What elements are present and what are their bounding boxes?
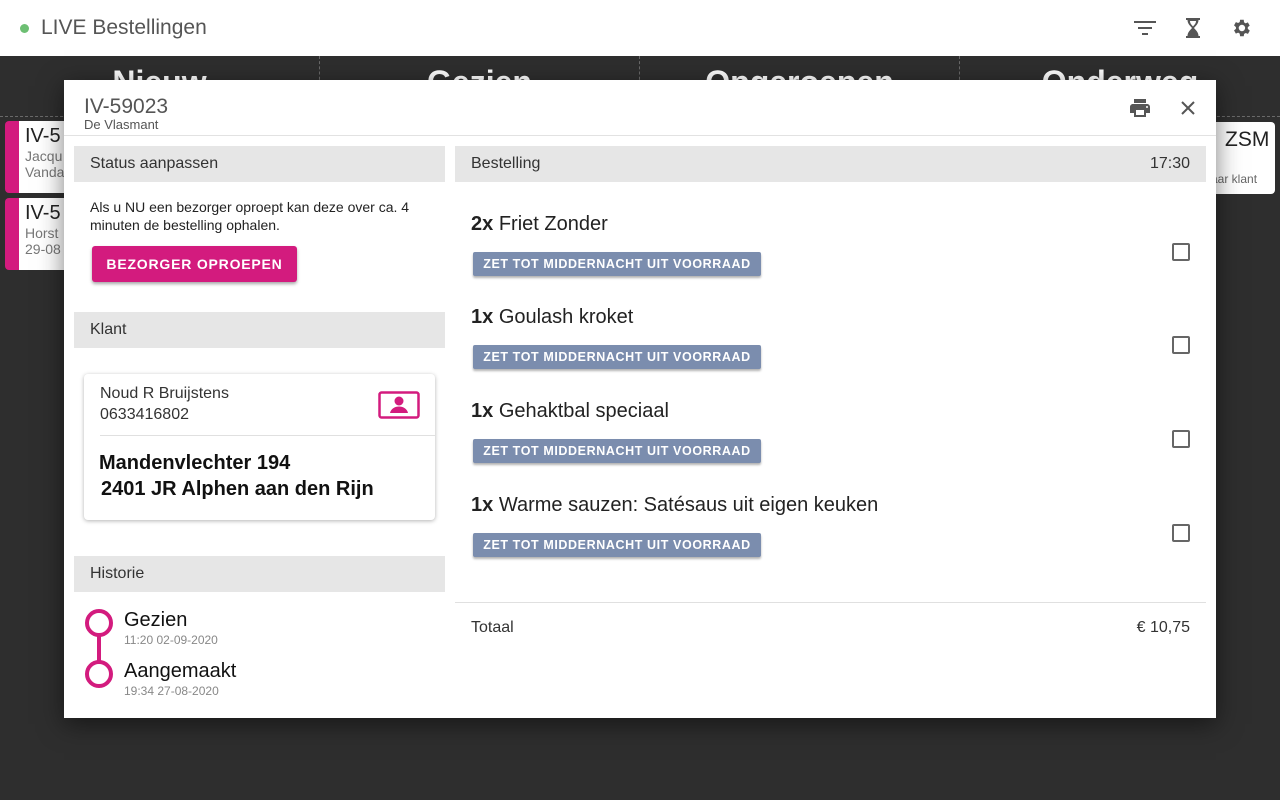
order-item-name: 1x Warme sauzen: Satésaus uit eigen keuk…: [471, 494, 1211, 517]
client-section-header: Klant: [74, 312, 445, 348]
shop-name: De Vlasmant: [84, 117, 159, 132]
history-event-label: Aangemaakt: [124, 660, 237, 682]
order-detail-dialog: IV-59023 De Vlasmant Status aanpassen Al…: [64, 80, 1216, 718]
order-item-qty: 1x: [471, 306, 494, 328]
client-address-city: 2401 JR Alphen aan den Rijn: [101, 478, 374, 500]
live-status-dot: [20, 23, 29, 33]
history-event-label: Gezien: [124, 609, 188, 631]
filter-icon[interactable]: [1134, 17, 1156, 39]
history-event: Aangemaakt 19:34 27-08-2020: [124, 660, 236, 698]
order-card-zsm: ZSM: [1225, 128, 1270, 151]
order-item: 2x Friet Zonder ZET TOT MIDDERNACHT UIT …: [471, 213, 1211, 303]
call-courier-button[interactable]: BEZORGER OPROEPEN: [92, 246, 297, 282]
order-item-qty: 1x: [471, 400, 494, 422]
history-event: Gezien 11:20 02-09-2020: [124, 609, 218, 647]
client-card: Noud R Bruijstens 0633416802 Mandenvlech…: [84, 374, 435, 520]
out-of-stock-button[interactable]: ZET TOT MIDDERNACHT UIT VOORRAAD: [473, 533, 761, 557]
order-item-qty: 2x: [471, 213, 494, 235]
item-checkbox[interactable]: [1172, 524, 1190, 542]
history-event-time: 11:20 02-09-2020: [124, 633, 218, 647]
client-address-street: Mandenvlechter 194: [99, 452, 291, 474]
item-checkbox[interactable]: [1172, 243, 1190, 261]
app-bar-actions: [1134, 17, 1260, 39]
out-of-stock-button[interactable]: ZET TOT MIDDERNACHT UIT VOORRAAD: [473, 439, 761, 463]
close-icon[interactable]: [1176, 96, 1200, 120]
item-checkbox[interactable]: [1172, 430, 1190, 448]
order-section-header: Bestelling 17:30: [455, 146, 1206, 182]
total-value: € 10,75: [1136, 619, 1190, 636]
hourglass-icon[interactable]: [1182, 17, 1204, 39]
client-phone[interactable]: 0633416802: [100, 406, 189, 424]
order-time: 17:30: [1149, 155, 1190, 172]
history-event-time: 19:34 27-08-2020: [124, 684, 219, 698]
order-item: 1x Goulash kroket ZET TOT MIDDERNACHT UI…: [471, 306, 1211, 396]
order-item-title: Friet Zonder: [498, 213, 608, 235]
contact-card-icon[interactable]: [378, 391, 420, 419]
dialog-header: IV-59023 De Vlasmant: [64, 80, 1216, 136]
order-item-qty: 1x: [471, 494, 494, 516]
status-section-header: Status aanpassen: [74, 146, 445, 182]
history-section-header: Historie: [74, 556, 445, 592]
out-of-stock-button[interactable]: ZET TOT MIDDERNACHT UIT VOORRAAD: [473, 345, 761, 369]
order-item: 1x Warme sauzen: Satésaus uit eigen keuk…: [471, 494, 1211, 584]
order-section-title: Bestelling: [471, 155, 541, 172]
total-label: Totaal: [471, 619, 514, 636]
status-description: Als u NU een bezorger oproept kan deze o…: [90, 199, 410, 233]
app-bar: LIVE Bestellingen: [0, 0, 1280, 56]
print-icon[interactable]: [1128, 96, 1152, 120]
app-title: LIVE Bestellingen: [41, 16, 207, 39]
client-name: Noud R Bruijstens: [100, 385, 229, 402]
order-id: IV-59023: [84, 95, 169, 118]
order-item-title: Gehaktbal speciaal: [498, 400, 669, 422]
order-item-name: 2x Friet Zonder: [471, 213, 1211, 236]
item-checkbox[interactable]: [1172, 336, 1190, 354]
history-timeline: Gezien 11:20 02-09-2020 Aangemaakt 19:34…: [84, 608, 434, 708]
order-item-title: Warme sauzen: Satésaus uit eigen keuken: [498, 494, 879, 516]
client-divider: [100, 435, 435, 436]
total-divider: [455, 602, 1206, 603]
out-of-stock-button[interactable]: ZET TOT MIDDERNACHT UIT VOORRAAD: [473, 252, 761, 276]
order-item-title: Goulash kroket: [498, 306, 634, 328]
timeline-line-icon: [85, 609, 113, 688]
settings-gear-icon[interactable]: [1230, 17, 1252, 39]
order-card-sub: aar klant: [1211, 172, 1258, 186]
order-item: 1x Gehaktbal speciaal ZET TOT MIDDERNACH…: [471, 400, 1211, 490]
order-item-name: 1x Goulash kroket: [471, 306, 1211, 329]
order-item-name: 1x Gehaktbal speciaal: [471, 400, 1211, 423]
